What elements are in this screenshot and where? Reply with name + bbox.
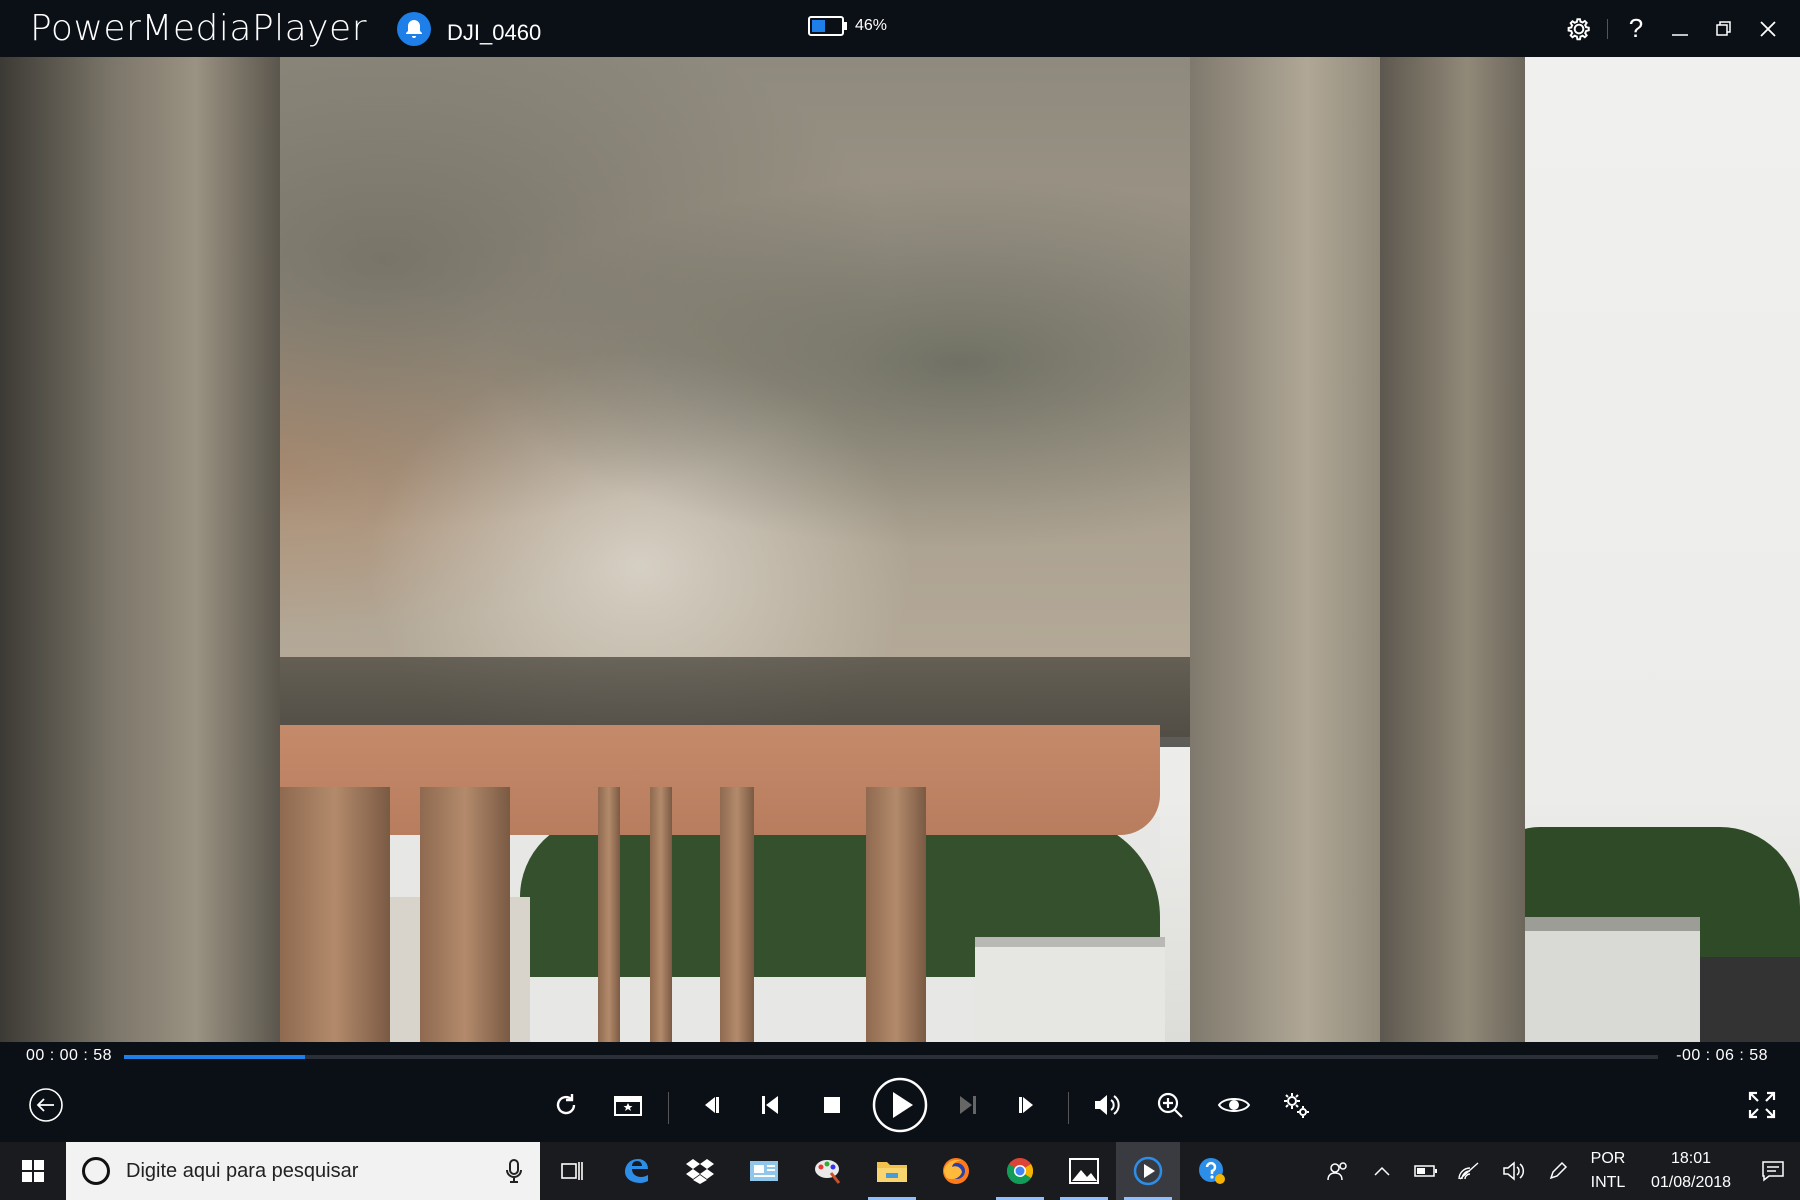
mail-icon[interactable] xyxy=(732,1142,796,1200)
file-name: DJI_0460 xyxy=(447,19,542,45)
player-controls: 00 : 00 : 58 -00 : 06 : 58 xyxy=(0,1042,1800,1142)
input-language[interactable]: POR INTL xyxy=(1580,1147,1636,1195)
powermediaplayer-icon[interactable] xyxy=(1116,1142,1180,1200)
pen-icon[interactable] xyxy=(1536,1142,1580,1200)
zoom-icon[interactable] xyxy=(1150,1072,1190,1138)
rotate-icon[interactable] xyxy=(546,1072,586,1138)
seek-bar[interactable] xyxy=(124,1055,1658,1059)
volume-icon[interactable] xyxy=(1088,1072,1128,1138)
stop-icon[interactable] xyxy=(812,1072,852,1138)
photos-icon[interactable] xyxy=(1052,1142,1116,1200)
advanced-settings-icon[interactable] xyxy=(1276,1072,1316,1138)
windows-start-icon[interactable] xyxy=(0,1142,66,1200)
previous-icon[interactable] xyxy=(750,1072,790,1138)
file-explorer-icon[interactable] xyxy=(860,1142,924,1200)
task-view-icon[interactable] xyxy=(540,1142,604,1200)
notification-bell-icon[interactable] xyxy=(397,11,431,46)
chevron-up-icon[interactable] xyxy=(1360,1142,1404,1200)
edge-icon[interactable] xyxy=(604,1142,668,1200)
people-icon[interactable] xyxy=(1316,1142,1360,1200)
help-app-icon[interactable] xyxy=(1180,1142,1244,1200)
taskbar: Digite aqui para pesquisar POR INTL 18:0… xyxy=(0,1142,1800,1200)
frame-forward-icon[interactable] xyxy=(1008,1072,1048,1138)
taskbar-search[interactable]: Digite aqui para pesquisar xyxy=(66,1142,540,1200)
dropbox-icon[interactable] xyxy=(668,1142,732,1200)
app-title: PowerMediaPlayer xyxy=(30,8,367,49)
next-icon[interactable] xyxy=(948,1072,988,1138)
battery-icon xyxy=(808,16,844,36)
current-time: 00 : 00 : 58 xyxy=(26,1047,113,1064)
cortana-icon xyxy=(82,1157,110,1185)
video-frame[interactable] xyxy=(0,57,1800,1042)
wifi-icon[interactable] xyxy=(1448,1142,1492,1200)
system-tray: POR INTL 18:01 01/08/2018 xyxy=(1316,1142,1800,1200)
battery-percent: 46% xyxy=(855,17,888,34)
chrome-icon[interactable] xyxy=(988,1142,1052,1200)
minimize-icon[interactable] xyxy=(1658,0,1702,57)
eye-icon[interactable] xyxy=(1212,1072,1256,1138)
help-icon[interactable]: ? xyxy=(1614,0,1658,57)
firefox-icon[interactable] xyxy=(924,1142,988,1200)
microphone-icon[interactable] xyxy=(506,1159,522,1188)
frame-back-icon[interactable] xyxy=(690,1072,730,1138)
restore-icon[interactable] xyxy=(1702,0,1746,57)
window-actions: ? xyxy=(1557,0,1800,57)
search-placeholder: Digite aqui para pesquisar xyxy=(126,1159,359,1182)
close-icon[interactable] xyxy=(1746,0,1790,57)
battery-indicator: 46% xyxy=(808,16,887,36)
action-center-icon[interactable] xyxy=(1746,1142,1800,1200)
paint-icon[interactable] xyxy=(796,1142,860,1200)
play-icon[interactable] xyxy=(870,1072,930,1138)
fullscreen-icon[interactable] xyxy=(1742,1072,1782,1138)
back-icon[interactable] xyxy=(24,1072,68,1138)
remaining-time: -00 : 06 : 58 xyxy=(1676,1047,1768,1064)
title-bar: PowerMediaPlayer DJI_0460 46% ? xyxy=(0,0,1800,57)
clock[interactable]: 18:01 01/08/2018 xyxy=(1636,1147,1746,1195)
speaker-icon[interactable] xyxy=(1492,1142,1536,1200)
snapshot-icon[interactable] xyxy=(608,1072,648,1138)
battery-tray-icon[interactable] xyxy=(1404,1142,1448,1200)
settings-icon[interactable] xyxy=(1557,0,1601,57)
